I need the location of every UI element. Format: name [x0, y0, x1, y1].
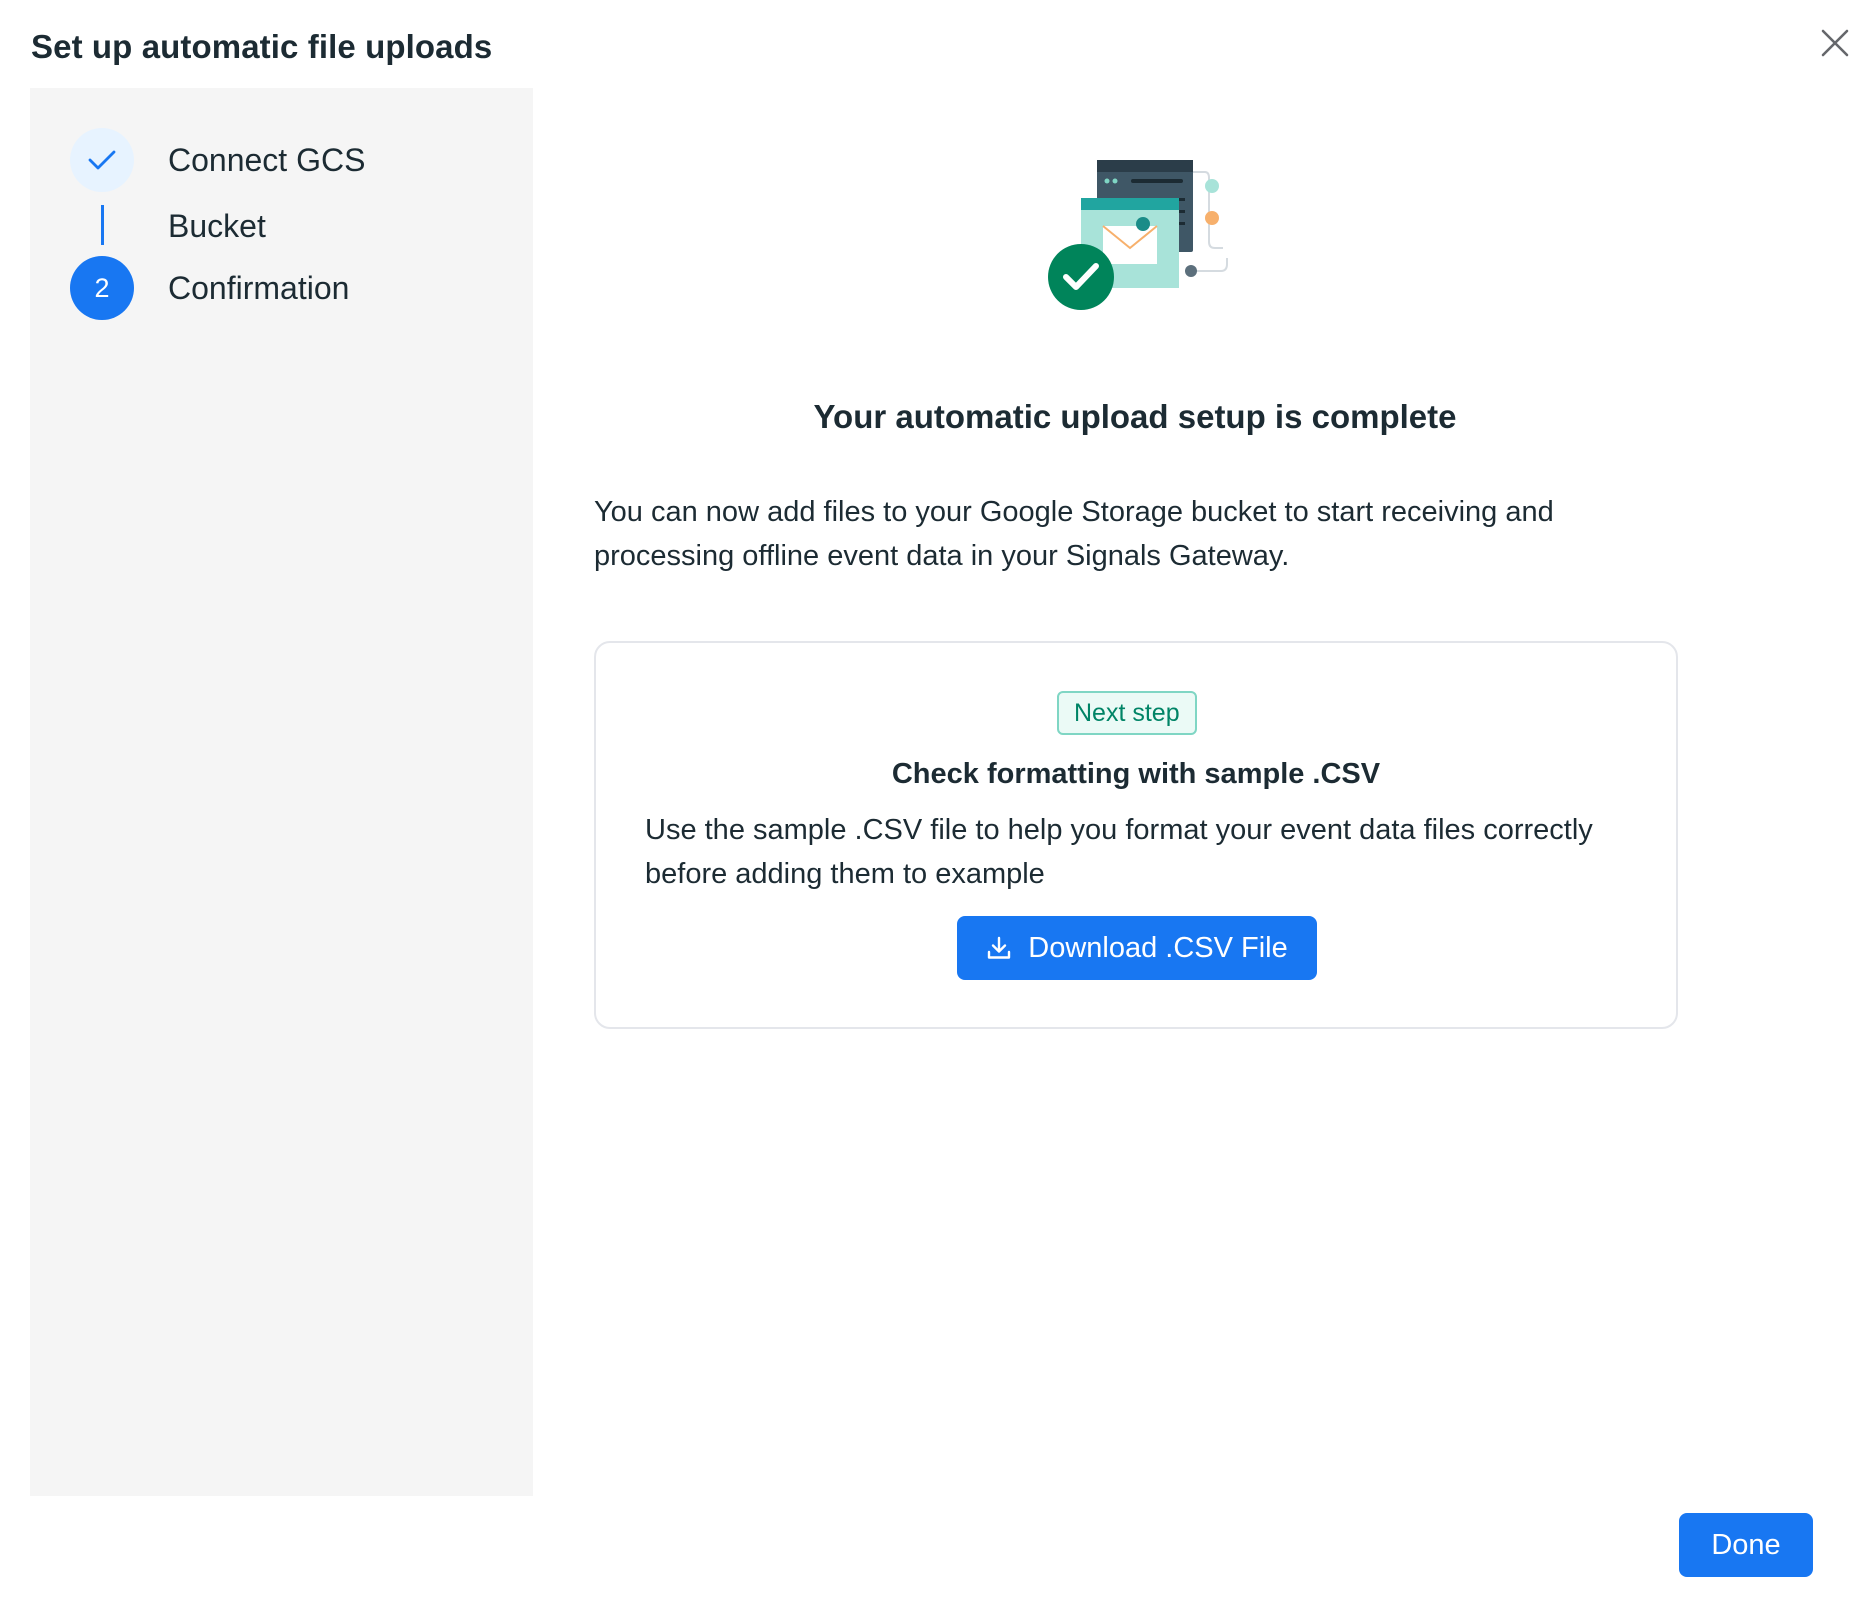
card-description: Use the sample .CSV file to help you for…	[645, 814, 1593, 890]
download-csv-button[interactable]: Download .CSV File	[957, 916, 1317, 980]
setup-dialog: Set up automatic file uploads Connect GC…	[0, 0, 1866, 1614]
substep-label-bucket: Bucket	[168, 208, 266, 244]
completion-heading: Your automatic upload setup is complete	[813, 398, 1457, 435]
step-label-connect-gcs: Connect GCS	[168, 141, 366, 178]
step-label-confirmation: Confirmation	[168, 269, 350, 306]
close-icon	[1821, 29, 1849, 57]
step-connect-gcs: Connect GCS	[70, 128, 365, 192]
checkmark-icon	[88, 150, 116, 170]
download-icon	[986, 935, 1012, 961]
step-completed-indicator	[70, 128, 134, 192]
stepper-panel: Connect GCS Bucket 2 Confirmation	[30, 88, 533, 1496]
step-number-badge: 2	[70, 256, 134, 320]
upload-complete-illustration	[1048, 160, 1228, 310]
card-title: Check formatting with sample .CSV	[891, 758, 1381, 790]
close-button[interactable]	[1814, 22, 1856, 64]
download-csv-label: Download .CSV File	[1028, 931, 1288, 964]
next-step-card: Next step Check formatting with sample .…	[594, 641, 1678, 1029]
done-button[interactable]: Done	[1679, 1513, 1813, 1577]
completion-description: You can now add files to your Google Sto…	[594, 496, 1554, 572]
step-confirmation: 2 Confirmation	[70, 256, 349, 320]
next-step-badge: Next step	[1057, 691, 1197, 735]
dialog-title: Set up automatic file uploads	[31, 28, 493, 65]
step-connector	[101, 205, 104, 245]
